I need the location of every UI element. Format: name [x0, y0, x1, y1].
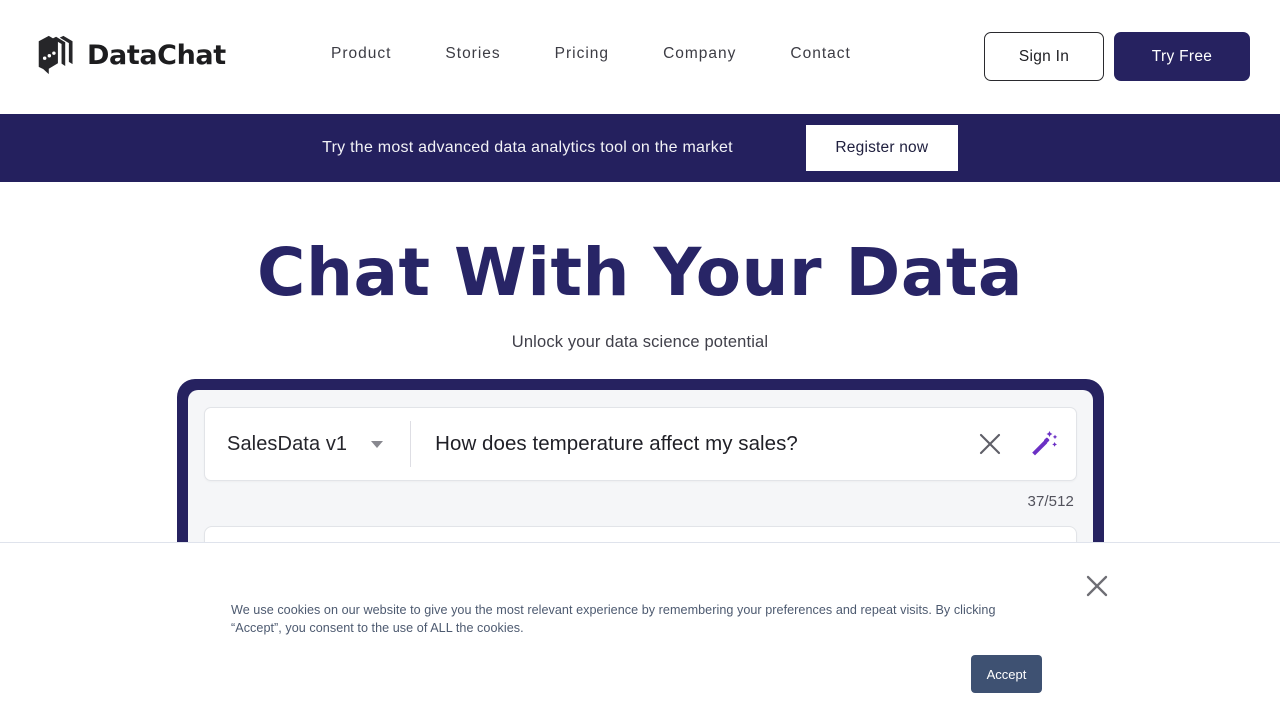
- hero-section: Chat With Your Data Unlock your data sci…: [0, 182, 1280, 352]
- register-now-button[interactable]: Register now: [805, 125, 958, 171]
- cookie-accept-button[interactable]: Accept: [971, 655, 1042, 693]
- nav-item-pricing[interactable]: Pricing: [528, 45, 636, 63]
- chevron-down-icon: [371, 440, 384, 448]
- query-bar: SalesData v1 How does temperature affect…: [204, 407, 1077, 481]
- magic-wand-icon[interactable]: [1028, 429, 1058, 459]
- try-free-button[interactable]: Try Free: [1114, 32, 1250, 81]
- main-navigation: Product Stories Pricing Company Contact: [331, 45, 878, 63]
- promo-banner: Try the most advanced data analytics too…: [0, 114, 1280, 182]
- character-counter: 37/512: [1027, 493, 1074, 510]
- logo-wordmark: DataChat: [87, 39, 226, 71]
- query-input[interactable]: How does temperature affect my sales?: [435, 432, 977, 456]
- nav-item-company[interactable]: Company: [636, 45, 763, 63]
- close-x-icon[interactable]: [1082, 571, 1112, 601]
- header-actions: Sign In Try Free: [984, 32, 1250, 81]
- nav-item-stories[interactable]: Stories: [418, 45, 527, 63]
- site-logo[interactable]: DataChat: [36, 33, 226, 77]
- close-x-icon[interactable]: [977, 431, 1003, 457]
- cookie-consent-text: We use cookies on our website to give yo…: [231, 603, 996, 635]
- page-root: DataChat Product Stories Pricing Company…: [0, 0, 1280, 720]
- nav-item-product[interactable]: Product: [331, 45, 418, 63]
- hero-subtitle: Unlock your data science potential: [511, 333, 769, 351]
- site-header: DataChat Product Stories Pricing Company…: [0, 0, 1280, 114]
- query-bar-divider: [410, 421, 412, 467]
- page-title: Chat With Your Data: [257, 234, 1023, 311]
- nav-item-contact[interactable]: Contact: [763, 45, 877, 63]
- sign-in-button[interactable]: Sign In: [984, 32, 1104, 81]
- cookie-consent-banner: We use cookies on our website to give yo…: [0, 542, 1280, 720]
- datachat-stacked-chat-logo-icon: [36, 33, 78, 77]
- promo-banner-text: Try the most advanced data analytics too…: [322, 139, 733, 156]
- dataset-selector[interactable]: SalesData v1: [227, 432, 384, 456]
- dataset-selected-value: SalesData v1: [227, 432, 348, 455]
